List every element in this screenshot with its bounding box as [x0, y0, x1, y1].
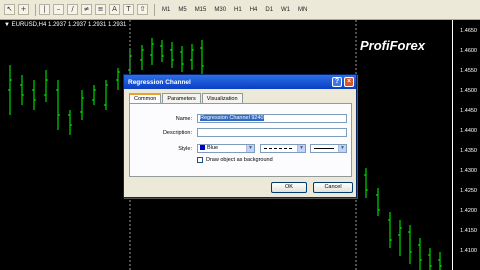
description-label: Description: [162, 130, 192, 136]
trendline-icon[interactable]: / [67, 4, 78, 15]
timeframe-h1[interactable]: H1 [230, 4, 246, 15]
symbol-label: ▼ EURUSD,H4 1.2937 1.2937 1.2931 1.2931 [4, 22, 126, 28]
timeframe-m15[interactable]: M15 [191, 4, 211, 15]
common-tab-panel: Name: Regression Channel 9240 Descriptio… [129, 103, 352, 177]
price-axis[interactable]: 1.4650 1.4600 1.4550 1.4500 1.4450 1.440… [452, 20, 480, 270]
price-tick: 1.4350 [460, 148, 477, 154]
chevron-down-icon[interactable]: ▼ [246, 145, 254, 152]
timeframe-m5[interactable]: M5 [174, 4, 190, 15]
timeframe-m30[interactable]: M30 [210, 4, 230, 15]
timeframe-d1[interactable]: D1 [261, 4, 277, 15]
name-label: Name: [175, 116, 192, 122]
line-width-sample [314, 148, 334, 149]
arrow-icon[interactable]: ⇧ [137, 4, 148, 15]
cancel-button[interactable]: Cancel [313, 182, 353, 193]
price-tick: 1.4100 [460, 248, 477, 254]
ok-button[interactable]: OK [271, 182, 307, 193]
price-tick: 1.4400 [460, 128, 477, 134]
help-button[interactable]: ? [332, 77, 342, 87]
vertical-line-icon[interactable]: | [39, 4, 50, 15]
price-tick: 1.4450 [460, 108, 477, 114]
line-width-select[interactable]: ▼ [310, 144, 347, 153]
style-label: Style: [178, 146, 192, 152]
label-icon[interactable]: T [123, 4, 134, 15]
name-field[interactable]: Regression Channel 9240 [197, 114, 347, 123]
name-field-value: Regression Channel 9240 [200, 115, 264, 121]
color-select-value: Blue [207, 145, 219, 151]
price-tick: 1.4600 [460, 48, 477, 54]
symbol-quote: EURUSD,H4 1.2937 1.2937 1.2931 1.2931 [11, 22, 127, 28]
dialog-title: Regression Channel [128, 78, 191, 86]
draw-background-label: Draw object as background [206, 157, 273, 163]
price-tick: 1.4150 [460, 228, 477, 234]
text-icon[interactable]: A [109, 4, 120, 15]
chevron-down-icon[interactable]: ▼ [297, 145, 305, 152]
timeframe-mn[interactable]: MN [294, 4, 311, 15]
draw-background-checkbox[interactable] [197, 157, 203, 163]
toolbar-separator [35, 3, 36, 16]
price-tick: 1.4200 [460, 208, 477, 214]
regression-channel-dialog: Regression Channel ? × Common Parameters… [123, 74, 357, 198]
channel-icon[interactable]: ≠ [81, 4, 92, 15]
line-style-select[interactable]: ▼ [260, 144, 306, 153]
fibonacci-icon[interactable]: ≡ [95, 4, 106, 15]
timeframe-m1[interactable]: M1 [158, 4, 174, 15]
crosshair-icon[interactable]: + [18, 4, 29, 15]
brand-watermark: ProfiForex [360, 38, 426, 53]
color-select[interactable]: Blue ▼ [197, 144, 255, 153]
dialog-title-bar[interactable]: Regression Channel ? × [124, 75, 356, 89]
price-tick: 1.4300 [460, 168, 477, 174]
cursor-icon[interactable]: ↖ [4, 4, 15, 15]
color-swatch [200, 145, 205, 151]
close-button[interactable]: × [344, 77, 354, 87]
price-tick: 1.4250 [460, 188, 477, 194]
price-tick: 1.4550 [460, 68, 477, 74]
price-tick: 1.4500 [460, 88, 477, 94]
description-field[interactable] [197, 128, 347, 137]
horizontal-line-icon[interactable]: – [53, 4, 64, 15]
price-tick: 1.4650 [460, 28, 477, 34]
toolbar: ↖ + | – / ≠ ≡ A T ⇧ M1 M5 M15 M30 H1 H4 … [0, 0, 480, 20]
timeframe-h4[interactable]: H4 [246, 4, 262, 15]
chevron-down-icon[interactable]: ▼ [338, 145, 346, 152]
line-style-sample [264, 148, 292, 149]
symbol-marker-icon: ▼ [4, 22, 10, 28]
timeframe-w1[interactable]: W1 [277, 4, 294, 15]
toolbar-separator [154, 3, 155, 16]
